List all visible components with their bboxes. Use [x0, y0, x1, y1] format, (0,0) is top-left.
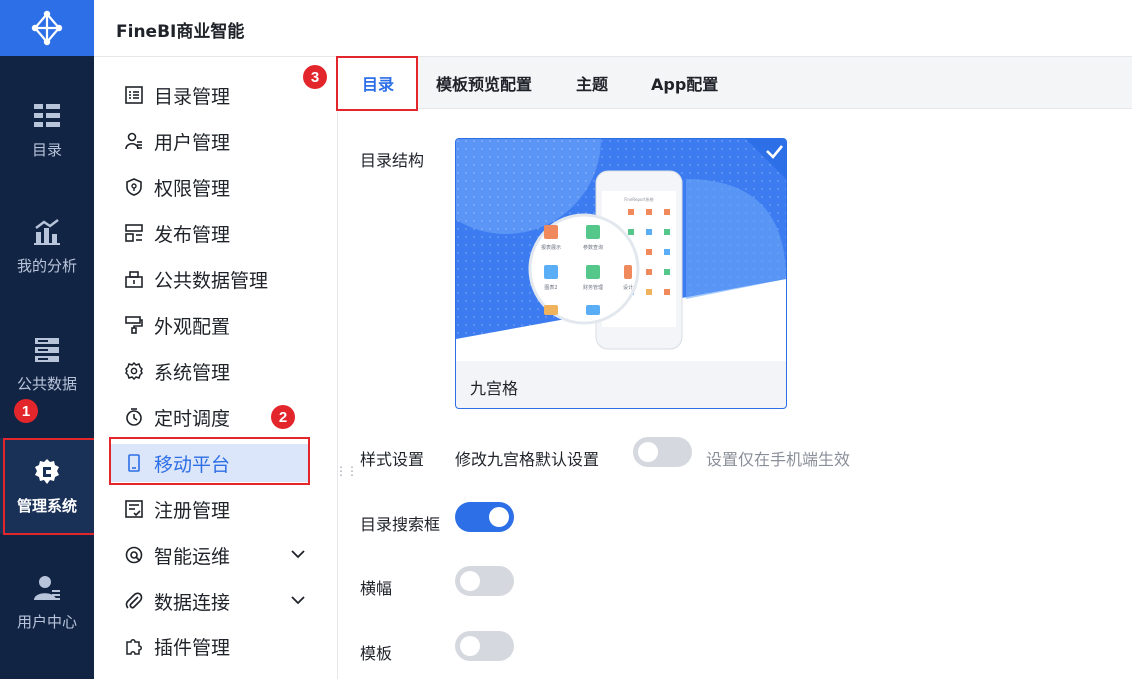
chevron-down-icon[interactable] [290, 592, 306, 608]
nav-item-my-analysis[interactable]: 我的分析 [0, 200, 94, 292]
submenu-item-register-management[interactable]: 注册管理 [110, 490, 310, 528]
submenu-item-plugin-management[interactable]: 插件管理 [110, 627, 310, 665]
grid-layout-card[interactable]: FineReport系统 报表展示 参数查询 图表2 财务管理 设计 九宫格 [455, 138, 787, 409]
tab-catalog[interactable]: 目录 [338, 57, 418, 109]
toggle-knob [460, 636, 480, 656]
preview-tile-label: 参数查询 [583, 244, 603, 251]
submenu-item-data-connection[interactable]: 数据连接 [110, 582, 310, 620]
submenu-item-label: 系统管理 [154, 361, 231, 384]
user-icon [124, 131, 144, 151]
preview-tile-label: 报表展示 [541, 244, 561, 251]
catalog-icon [32, 101, 62, 131]
left-nav: 目录 我的分析 公共数据 管理系统 用户中心 [0, 0, 94, 679]
nav-item-user-center[interactable]: 用户中心 [0, 556, 94, 648]
nav-item-label: 用户中心 [16, 612, 77, 631]
analysis-icon [32, 217, 62, 247]
submenu-item-catalog-management[interactable]: 目录管理 [110, 76, 310, 114]
public-data-icon [32, 335, 62, 365]
ops-icon [124, 545, 144, 565]
step-badge-3: 3 [303, 65, 327, 89]
banner-toggle[interactable] [455, 566, 514, 596]
preview-tile-label: 图表2 [544, 284, 557, 291]
nav-item-label: 我的分析 [16, 256, 77, 275]
tab-app-config[interactable]: App配置 [651, 57, 718, 109]
submenu-item-label: 定时调度 [154, 407, 231, 430]
mobile-icon [124, 453, 144, 473]
modify-grid-default-label: 修改九宫格默认设置 [455, 450, 600, 469]
app-title: FineBI商业智能 [116, 22, 245, 42]
tab-bar: 目录 模板预览配置 主题 App配置 [338, 57, 1132, 109]
brush-icon [124, 315, 144, 335]
catalog-search-box-label: 目录搜索框 [360, 515, 441, 534]
app-logo[interactable] [0, 0, 94, 56]
catalog-search-box-toggle[interactable] [455, 502, 514, 532]
nav-item-public-data[interactable]: 公共数据 [0, 318, 94, 410]
submenu-item-label: 外观配置 [154, 315, 231, 338]
modify-grid-default-toggle[interactable] [633, 437, 692, 467]
submenu-item-smart-ops[interactable]: 智能运维 [110, 536, 310, 574]
top-header: FineBI商业智能 [94, 0, 1132, 57]
submenu-item-label: 目录管理 [154, 85, 231, 108]
mobile-only-hint: 设置仅在手机端生效 [706, 450, 851, 469]
submenu-item-label: 公共数据管理 [154, 269, 269, 292]
step-badge-2: 2 [271, 405, 295, 429]
logo-icon [31, 10, 63, 46]
nav-item-label: 目录 [31, 140, 62, 159]
preview-tile-label: 财务管理 [583, 284, 603, 291]
submenu-item-label: 插件管理 [154, 636, 231, 659]
link-icon [124, 591, 144, 611]
submenu-item-label: 智能运维 [154, 545, 231, 568]
catalog-structure-label: 目录结构 [360, 151, 425, 170]
submenu-item-appearance-config[interactable]: 外观配置 [110, 306, 310, 344]
submenu-panel: 目录管理 用户管理 权限管理 发布管理 公共数据管理 外观配置 系统管理 定时调… [94, 57, 338, 679]
submenu-item-label: 注册管理 [154, 499, 231, 522]
banner-label: 横幅 [360, 579, 393, 598]
submenu-item-label: 权限管理 [154, 177, 231, 200]
submenu-item-system-management[interactable]: 系统管理 [110, 352, 310, 390]
plugin-icon [124, 636, 144, 656]
submenu-item-label: 发布管理 [154, 223, 231, 246]
template-toggle[interactable] [455, 631, 514, 661]
list-icon [124, 85, 144, 105]
tab-theme[interactable]: 主题 [576, 57, 608, 109]
nav-item-label: 公共数据 [16, 374, 77, 393]
toggle-knob [460, 571, 480, 591]
gear-icon [124, 361, 144, 381]
data-icon [124, 269, 144, 289]
preview-tile-label: 设计 [623, 284, 633, 291]
nav-item-management-system[interactable]: 管理系统 [0, 438, 94, 534]
publish-icon [124, 223, 144, 243]
submenu-item-label: 数据连接 [154, 591, 231, 614]
timer-icon [124, 407, 144, 427]
phone-title-text: FineReport系统 [624, 196, 653, 202]
nav-item-label: 管理系统 [16, 496, 77, 515]
grid-layout-preview-image: FineReport系统 报表展示 参数查询 图表2 财务管理 设计 [456, 139, 786, 361]
tab-template-preview-config[interactable]: 模板预览配置 [436, 57, 532, 109]
step-badge-1: 1 [14, 399, 38, 423]
toggle-knob [489, 507, 509, 527]
submenu-item-label: 用户管理 [154, 131, 231, 154]
nav-item-catalog[interactable]: 目录 [0, 84, 94, 176]
submenu-item-user-management[interactable]: 用户管理 [110, 122, 310, 160]
submenu-item-publish-management[interactable]: 发布管理 [110, 214, 310, 252]
panel-resize-handle[interactable]: ⋮⋮ [335, 465, 358, 477]
shield-icon [124, 177, 144, 197]
submenu-item-mobile-platform[interactable]: 移动平台 [110, 444, 310, 482]
submenu-item-public-data-management[interactable]: 公共数据管理 [110, 260, 310, 298]
submenu-item-permission-management[interactable]: 权限管理 [110, 168, 310, 206]
management-gear-icon [32, 457, 62, 487]
submenu-item-label: 移动平台 [154, 453, 231, 476]
user-center-icon [32, 573, 62, 603]
style-settings-label: 样式设置 [360, 450, 425, 469]
template-label: 模板 [360, 644, 393, 663]
toggle-knob [638, 442, 658, 462]
register-icon [124, 499, 144, 519]
grid-layout-card-label: 九宫格 [470, 379, 519, 398]
chevron-down-icon[interactable] [290, 546, 306, 562]
